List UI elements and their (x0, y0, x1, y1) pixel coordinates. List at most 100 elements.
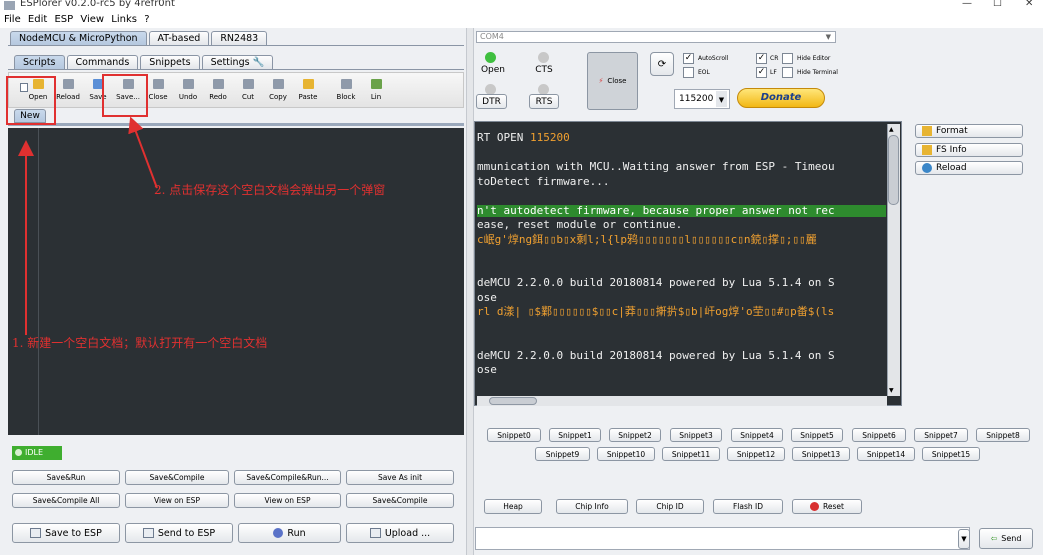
send-label: Send (1001, 534, 1022, 543)
snippet-12-button[interactable]: Snippet12 (727, 447, 785, 461)
send-to-esp-button[interactable]: Send to ESP (125, 523, 233, 543)
scroll-up-icon[interactable]: ▲ (889, 126, 894, 133)
eol-checkbox[interactable] (683, 67, 694, 78)
close-port-button[interactable]: ⚡ Close (587, 52, 638, 110)
snippet-6-button[interactable]: Snippet6 (852, 428, 906, 442)
hide-terminal-checkbox[interactable] (782, 67, 793, 78)
reload-icon (922, 163, 932, 173)
flash-id-button[interactable]: Flash ID (713, 499, 783, 514)
snippet-1-button[interactable]: Snippet1 (549, 428, 601, 442)
status-badge: IDLE (12, 446, 62, 460)
save-compile-run-button[interactable]: Save&Compile&Run... (234, 470, 341, 485)
plug-icon: ⚡ (598, 77, 604, 85)
snippet-10-button[interactable]: Snippet10 (597, 447, 655, 461)
terminal-line: ose (477, 290, 497, 304)
snippet-3-button[interactable]: Snippet3 (670, 428, 722, 442)
snippet-0-button[interactable]: Snippet0 (487, 428, 541, 442)
snippet-9-button[interactable]: Snippet9 (535, 447, 590, 461)
chevron-down-icon: ▼ (961, 535, 967, 543)
open-led-icon (485, 52, 496, 63)
upload-label: Upload ... (384, 527, 431, 539)
snippet-4-button[interactable]: Snippet4 (731, 428, 783, 442)
open-label[interactable]: Open (478, 65, 508, 75)
snippet-8-button[interactable]: Snippet8 (976, 428, 1030, 442)
save-compile-button[interactable]: Save&Compile (125, 470, 229, 485)
save-compile-all-button[interactable]: Save&Compile All (12, 493, 120, 508)
annotation-new-note: 1. 新建一个空白文档；默认打开有一个空白文档 (12, 336, 268, 350)
snippet-7-button[interactable]: Snippet7 (914, 428, 968, 442)
format-icon (922, 126, 932, 136)
save-run-button[interactable]: Save&Run (12, 470, 120, 485)
fs-info-button[interactable]: FS Info (915, 143, 1023, 157)
port-value: COM4 (480, 32, 504, 41)
upload-file-icon (30, 528, 42, 538)
run-label: Run (287, 527, 306, 539)
autoscroll-label: AutoScroll (698, 55, 729, 62)
terminal-output: RT OPEN 115200 mmunication with MCU..Wait… (477, 124, 886, 396)
snippet-14-button[interactable]: Snippet14 (857, 447, 915, 461)
command-history-dropdown[interactable]: ▼ (958, 529, 970, 549)
save-to-esp-button[interactable]: Save to ESP (12, 523, 120, 543)
terminal-line: RT OPEN 115200 (477, 131, 570, 144)
donate-button[interactable]: Donate (737, 88, 825, 108)
annotation-save-note: 2. 点击保存这个空白文档会弹出另一个弹窗 (154, 183, 386, 197)
run-button[interactable]: Run (238, 523, 341, 543)
terminal-line: rl d漾| ▯$鄴▯▯▯▯▯▯$▯▯c|莽▯▯▯搟扸$▯b|屽og焞'o茔▯▯… (477, 305, 835, 318)
terminal-line: ose (477, 363, 497, 376)
terminal-horizontal-scrollbar[interactable] (477, 396, 887, 406)
close-window-button[interactable]: ✕ (1025, 0, 1033, 9)
chevron-down-icon: ▼ (716, 91, 727, 107)
snippet-11-button[interactable]: Snippet11 (662, 447, 720, 461)
snippet-5-button[interactable]: Snippet5 (791, 428, 843, 442)
terminal-line-accent: 115200 (529, 131, 570, 144)
minimize-button[interactable]: — (962, 0, 972, 9)
snippet-13-button[interactable]: Snippet13 (792, 447, 850, 461)
reset-button[interactable]: Reset (792, 499, 862, 514)
send-to-esp-label: Send to ESP (157, 527, 216, 539)
terminal-vertical-thumb[interactable] (888, 135, 899, 205)
maximize-button[interactable]: ☐ (993, 0, 1002, 9)
dtr-button[interactable]: DTR (476, 94, 507, 109)
annotation-arrow-save (128, 116, 158, 189)
command-input[interactable] (475, 527, 970, 550)
save-to-esp-label: Save to ESP (45, 527, 102, 539)
power-icon (810, 502, 820, 511)
reload-files-label: Reload (936, 163, 967, 173)
lf-checkbox[interactable]: ✓ (756, 67, 767, 78)
close-port-label: Close (607, 77, 627, 85)
format-button[interactable]: Format (915, 124, 1023, 138)
hide-editor-label: Hide Editor (797, 55, 831, 62)
rts-button[interactable]: RTS (529, 94, 559, 109)
run-icon (273, 528, 284, 538)
snippet-15-button[interactable]: Snippet15 (922, 447, 980, 461)
reset-label: Reset (823, 502, 844, 511)
terminal-line: c岷g'焞ng鉺▯▯b▯x剩l;l{lp鸦▯▯▯▯▯▯▯l▯▯▯▯▯▯c▯n鋴▯… (477, 232, 817, 246)
refresh-ports-button[interactable]: ⟳ (650, 52, 674, 76)
reload-files-button[interactable]: Reload (915, 161, 1023, 175)
chip-id-button[interactable]: Chip ID (636, 499, 704, 514)
port-select[interactable]: COM4 ▼ (476, 31, 836, 43)
chip-info-button[interactable]: Chip Info (556, 499, 628, 514)
save-compile-button-2[interactable]: Save&Compile (346, 493, 454, 508)
upload-button[interactable]: Upload ... (346, 523, 454, 543)
view-on-esp-button-2[interactable]: View on ESP (234, 493, 341, 508)
terminal-horizontal-thumb[interactable] (489, 397, 537, 405)
arrow-left-icon: ⇦ (990, 534, 998, 543)
snippet-2-button[interactable]: Snippet2 (609, 428, 661, 442)
view-on-esp-button[interactable]: View on ESP (125, 493, 229, 508)
terminal-line: deMCU 2.2.0.0 build 20180814 powered by … (477, 348, 835, 362)
send-button[interactable]: ⇦ Send (979, 528, 1033, 549)
lf-label: LF (770, 69, 777, 76)
hide-editor-checkbox[interactable] (782, 53, 793, 64)
terminal-line: n't autodetect firmware, because proper … (477, 204, 886, 217)
pane-splitter[interactable] (466, 28, 474, 555)
heap-button[interactable]: Heap (484, 499, 542, 514)
cr-checkbox[interactable]: ✓ (756, 53, 767, 64)
save-as-init-button[interactable]: Save As init (346, 470, 454, 485)
cts-led-icon (538, 52, 549, 63)
baud-value: 115200 (679, 94, 714, 104)
baud-select[interactable]: 115200 ▼ (674, 89, 730, 109)
autoscroll-checkbox[interactable]: ✓ (683, 53, 694, 64)
scroll-down-icon[interactable]: ▼ (889, 387, 894, 394)
cts-label: CTS (535, 65, 553, 75)
